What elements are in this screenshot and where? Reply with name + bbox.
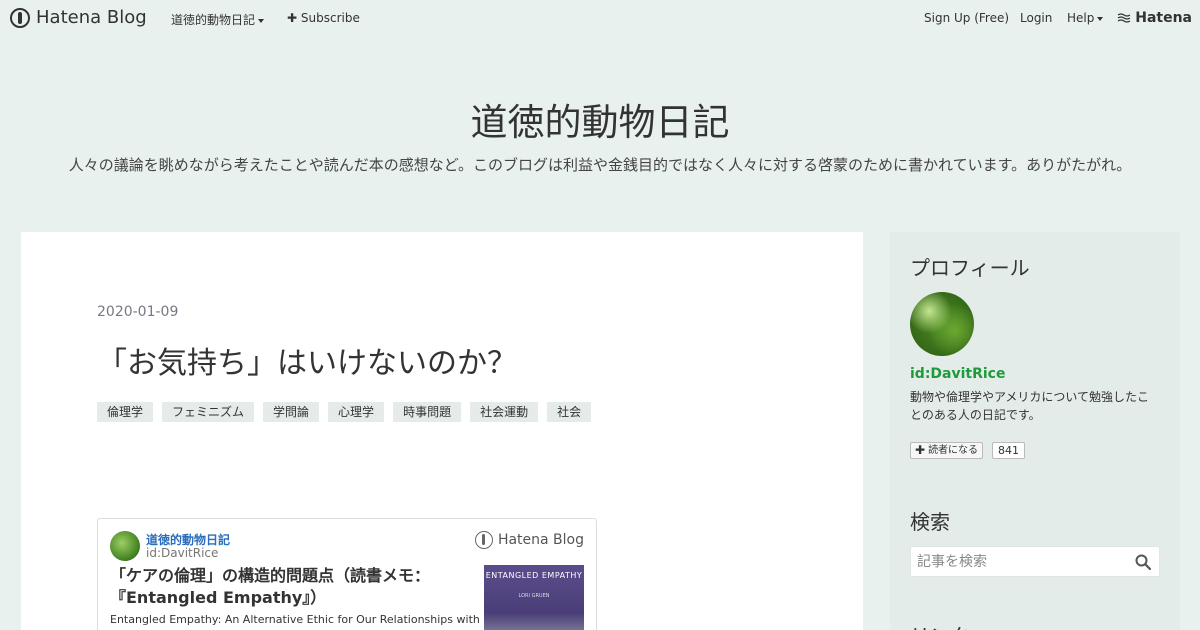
caret-down-icon [258,18,265,23]
blog-title[interactable]: 道徳的動物日記 [0,92,1200,146]
signup-link[interactable]: Sign Up (Free) [924,11,1009,25]
tag-link[interactable]: 学問論 [263,402,320,422]
hatena-pen-icon [474,531,493,549]
card-title[interactable]: 「ケアの倫理」の構造的問題点（読書メモ：『Entangled Empathy』） [110,565,470,609]
search-heading: 検索 [910,510,950,534]
entry-title[interactable]: 「お気持ち」はいけないのか？ [97,338,517,382]
card-summary: Entangled Empathy: An Alternative Ethic … [110,613,480,626]
search-icon[interactable] [1135,554,1151,570]
blog-description: 人々の議論を眺めながら考えたことや読んだ本の感想など。このブログは利益や金銭目的… [68,156,1132,174]
tag-link[interactable]: 倫理学 [97,402,154,422]
tag-link[interactable]: 社会運動 [470,402,539,422]
links-heading: リンク [910,620,970,630]
avatar[interactable] [110,531,140,561]
hatena-brand-label: Hatena [1135,10,1192,26]
card-author-id[interactable]: id:DavitRice [146,546,218,560]
entry-date[interactable]: 2020-01-09 [97,304,178,320]
tag-link[interactable]: フェミニズム [162,402,255,422]
help-menu[interactable]: Help [1067,11,1104,25]
card-thumbnail[interactable]: ENTANGLED EMPATHY LORI GRUEN [484,565,584,630]
subscribe-button-label: 読者になる [928,445,979,456]
plus-icon: ✚ [287,11,298,25]
profile-id[interactable]: id:DavitRice [910,366,1005,382]
subscriber-count[interactable]: 841 [992,442,1025,459]
blog-menu[interactable]: 道徳的動物日記 [171,11,265,28]
subscribe-link[interactable]: ✚ Subscribe [287,11,360,25]
logo-text: Hatena Blog [36,7,147,28]
avatar[interactable] [910,292,974,356]
login-link[interactable]: Login [1020,11,1052,25]
profile-description: 動物や倫理学やアメリカについて勉強したことのある人の日記です。 [910,390,1150,422]
thumbnail-title: ENTANGLED EMPATHY [485,571,583,580]
caret-down-icon [1097,16,1104,21]
hatena-blog-logo[interactable]: Hatena Blog [10,7,147,28]
plus-icon: ✚ [915,443,926,457]
tag-link[interactable]: 時事問題 [393,402,462,422]
blog-menu-label: 道徳的動物日記 [171,13,256,27]
subscribe-label: Subscribe [300,11,360,25]
card-service-label: Hatena Blog [497,532,584,548]
thumbnail-subtitle: LORI GRUEN [518,593,550,599]
search-box [910,546,1160,577]
entry-article: 2020-01-09 「お気持ち」はいけないのか？ 倫理学 フェミニズム 学問論… [21,232,863,630]
tag-link[interactable]: 心理学 [328,402,385,422]
search-input[interactable] [911,547,1126,576]
global-header: Hatena Blog 道徳的動物日記 ✚ Subscribe Sign Up … [0,0,1200,36]
hatena-brand-link[interactable]: Hatena [1117,10,1192,26]
help-label: Help [1067,11,1095,25]
sidebar: プロフィール id:DavitRice 動物や倫理学やアメリカについて勉強したこ… [890,232,1180,630]
subscribe-button[interactable]: ✚ 読者になる [910,442,984,459]
entry-tags: 倫理学 フェミニズム 学問論 心理学 時事問題 社会運動 社会 [97,402,600,422]
tag-link[interactable]: 社会 [547,402,592,422]
profile-heading: プロフィール [910,256,1030,280]
card-hatena-blog-logo[interactable]: Hatena Blog [474,531,584,549]
embed-card[interactable]: 道徳的動物日記 id:DavitRice Hatena Blog 「ケアの倫理」… [97,518,597,630]
hatena-pen-icon [10,7,30,28]
hatena-wave-icon [1117,13,1131,23]
